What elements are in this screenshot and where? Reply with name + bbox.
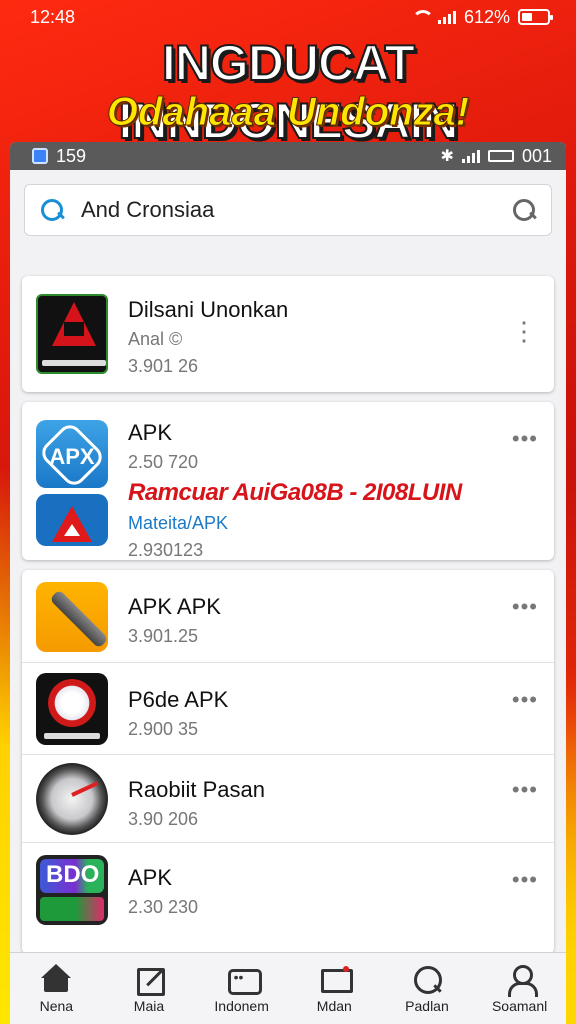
search-area: And Cronsiaa	[10, 170, 566, 236]
inner-signal-icon	[461, 149, 480, 163]
nav-home[interactable]: Nena	[10, 963, 102, 1014]
search-icon	[39, 197, 65, 223]
search-query[interactable]: And Cronsiaa	[81, 197, 495, 223]
search-submit-icon[interactable]	[511, 197, 537, 223]
more-options-button[interactable]: •••	[512, 426, 538, 452]
nav-chat[interactable]: Indonem	[196, 964, 288, 1014]
app-meta: 2.30 230	[128, 897, 199, 917]
app-list-group: APK APK 3.901.25 ••• P6de APK 2.900 35 •…	[22, 570, 554, 954]
app-meta: 3.901 26	[128, 356, 199, 376]
dark-a-icon	[36, 294, 108, 374]
gauge-icon	[36, 763, 108, 835]
nav-label: Nena	[39, 997, 74, 1014]
list-item-featured[interactable]: APX APK 2.50 720 Ramcuar AuiGa08B - 2I08…	[22, 402, 554, 560]
edit-icon	[134, 964, 165, 996]
developer-link[interactable]: Mateita/APK	[128, 513, 462, 534]
list-item[interactable]: Raobiit Pasan 3.90 206 •••	[22, 754, 554, 842]
app-name: P6de APK	[128, 687, 229, 712]
more-options-button[interactable]: •••	[512, 867, 538, 893]
nav-label: Indonem	[214, 997, 269, 1014]
nav-label: Mdan	[316, 997, 352, 1014]
app-list: Dilsani Unonkan Anal © 3.901 26 ⋮ APX AP…	[22, 276, 554, 1024]
bluetooth-icon: ✱	[440, 148, 454, 165]
inner-status-bar: 159 ✱ 001	[10, 142, 566, 170]
home-icon	[41, 963, 72, 994]
promo-text: Ramcuar AuiGa08B - 2I08LUIN	[128, 479, 462, 506]
list-item[interactable]: APK 2.30 230 •••	[22, 842, 554, 926]
app-meta: 3.901.25	[128, 626, 199, 646]
app-name: Raobiit Pasan	[128, 777, 265, 802]
status-indicators: 612%	[410, 6, 553, 28]
more-options-button[interactable]: ⋮	[511, 316, 538, 347]
battery-percent: 612%	[463, 6, 510, 27]
wifi-icon	[410, 10, 434, 24]
inner-status-right: ✱ 001	[441, 146, 552, 167]
list-item[interactable]: P6de APK 2.900 35 •••	[22, 662, 554, 754]
app-name: Dilsani Unonkan	[128, 297, 289, 322]
nav-label: Padlan	[405, 997, 449, 1014]
nav-search[interactable]: Padlan	[381, 964, 473, 1014]
app-meta: 2.900 35	[128, 719, 199, 739]
inner-status-left-text: 159	[56, 145, 87, 166]
bdo-icon	[36, 855, 108, 925]
app-name: APK	[128, 865, 173, 890]
notification-app-icon	[32, 148, 48, 164]
user-icon	[505, 964, 538, 997]
warning-triangle-icon	[36, 494, 108, 546]
stick-icon	[36, 582, 108, 652]
battery-icon	[518, 9, 553, 25]
more-options-button[interactable]: •••	[512, 594, 538, 620]
inner-status-left: 159	[32, 146, 86, 167]
inner-status-right-text: 001	[521, 145, 552, 166]
app-name: APK APK	[128, 594, 221, 619]
circle-logo-icon	[36, 673, 108, 745]
search-icon	[412, 964, 442, 994]
nav-edit[interactable]: Maia	[103, 964, 195, 1014]
phone-screen: 159 ✱ 001 And Cronsiaa Dilsani Unonkan A…	[10, 142, 566, 1024]
apk-hex-icon: APX	[36, 420, 108, 488]
app-name: APK	[128, 420, 173, 445]
subheadline: Odahaaa Undonza!	[106, 90, 470, 135]
monitor-icon	[319, 964, 354, 994]
more-options-button[interactable]: •••	[512, 777, 538, 803]
chat-icon	[227, 964, 262, 995]
outer-status-bar: 12:48 612%	[0, 0, 576, 34]
more-options-button[interactable]: •••	[512, 687, 538, 713]
app-meta: 2.930123	[128, 540, 204, 560]
inner-battery-icon	[487, 150, 514, 162]
list-item[interactable]: APK APK 3.901.25 •••	[22, 570, 554, 662]
signal-icon	[437, 10, 456, 24]
nav-profile[interactable]: Soamanl	[474, 964, 566, 1014]
search-input[interactable]: And Cronsiaa	[24, 184, 552, 236]
app-meta: 3.90 206	[128, 809, 199, 829]
nav-label: Soamanl	[491, 997, 548, 1014]
status-time: 12:48	[30, 6, 76, 27]
app-subtitle: 2.50 720	[128, 452, 199, 472]
bottom-navigation: Nena Maia Indonem Mdan Padlan Soamanl	[10, 952, 566, 1024]
list-item[interactable]: Dilsani Unonkan Anal © 3.901 26 ⋮	[22, 276, 554, 392]
nav-label: Maia	[133, 997, 165, 1014]
nav-monitor[interactable]: Mdan	[288, 964, 380, 1014]
app-subtitle: Anal ©	[128, 329, 183, 349]
